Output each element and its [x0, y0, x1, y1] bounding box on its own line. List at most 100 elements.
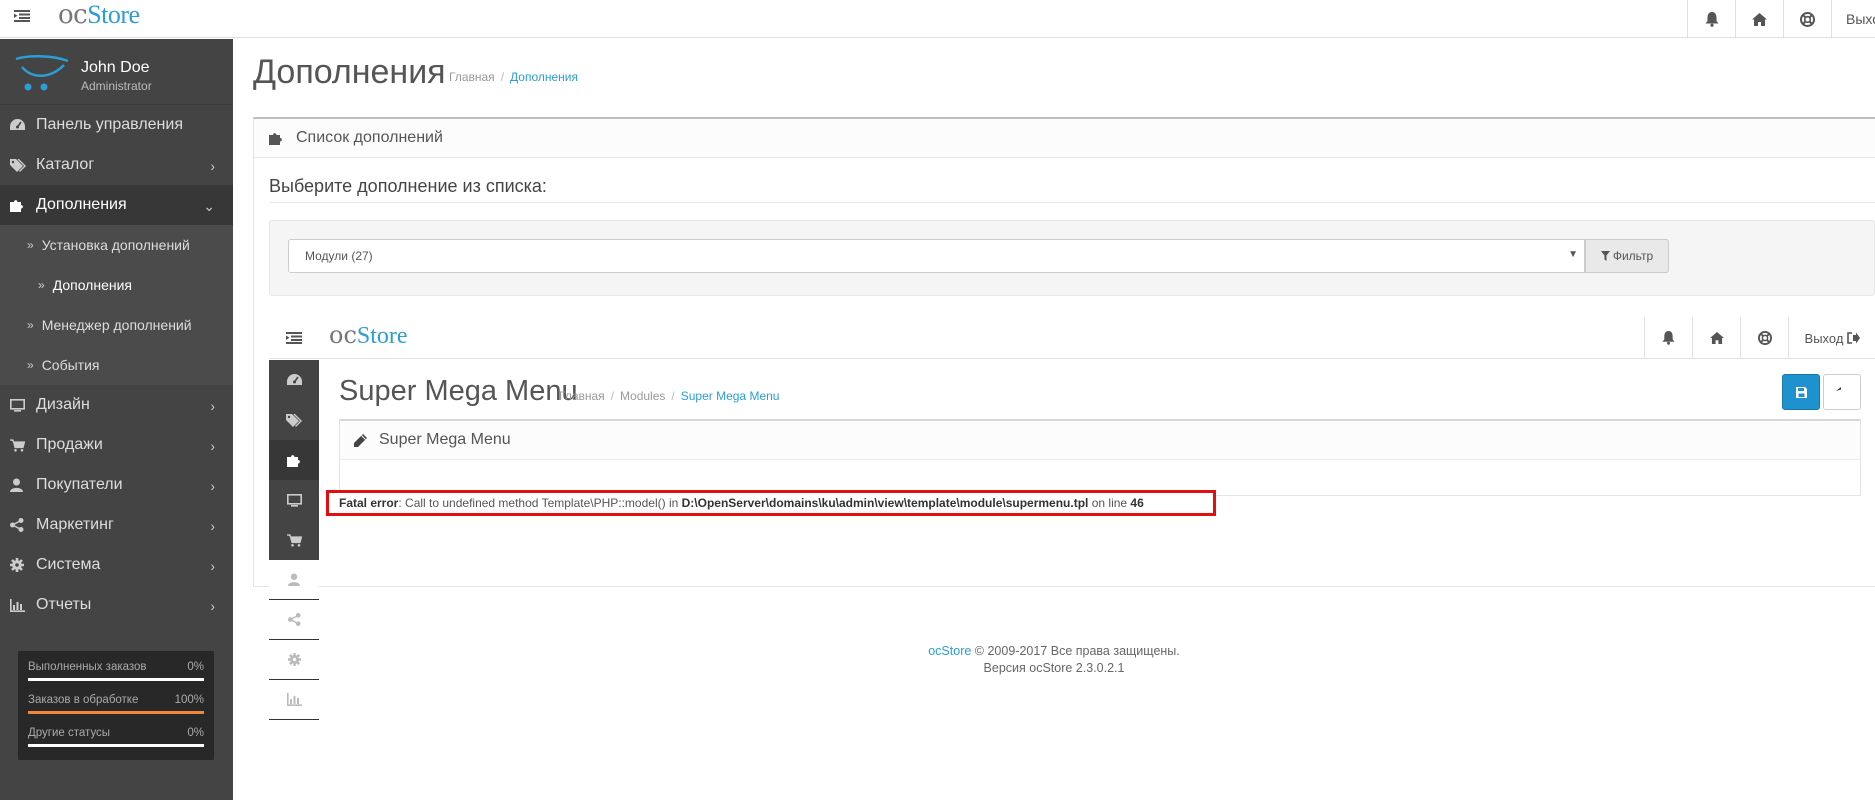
embedded-help-button[interactable]	[1740, 317, 1788, 359]
sidebar-item-customers[interactable]: Покупатели ›	[0, 465, 233, 505]
chevron-right-icon: ›	[210, 398, 215, 414]
sidebar-subitem-extensions[interactable]: » Дополнения	[0, 265, 233, 305]
embedded-notifications-button[interactable]	[1644, 317, 1692, 359]
reply-icon	[1836, 387, 1841, 391]
extensions-panel: Список дополнений Выберите дополнение из…	[253, 117, 1875, 720]
embedded-nav-extensions[interactable]	[269, 440, 319, 480]
embedded-breadcrumb: Главная / Modules / Super Mega Menu	[559, 389, 780, 403]
menu-indent-icon	[14, 10, 30, 22]
monitor-icon	[286, 493, 302, 507]
sidebar-subitem-modifications[interactable]: » Менеджер дополнений	[0, 305, 233, 345]
floppy-disk-icon	[1795, 386, 1807, 398]
home-icon	[1752, 12, 1767, 26]
progress-bar	[28, 678, 204, 681]
sidebar-item-reports[interactable]: Отчеты ›	[0, 585, 233, 625]
sidebar-item-dashboard[interactable]: Панель управления	[0, 105, 233, 145]
page-title: Дополнения	[253, 53, 446, 91]
puzzle-icon	[10, 200, 23, 212]
user-profile[interactable]: John Doe Administrator	[0, 39, 233, 105]
chevron-right-icon: ›	[210, 478, 215, 494]
top-header: ocStore Выход	[0, 0, 1875, 38]
sidebar-item-label: Каталог	[36, 156, 95, 173]
chevron-right-icon: ›	[210, 518, 215, 534]
back-button[interactable]	[1823, 374, 1861, 410]
embedded-home-button[interactable]	[1692, 317, 1740, 359]
chevron-right-icon: ›	[210, 158, 215, 174]
fatal-error-message: Fatal error: Call to undefined method Te…	[326, 490, 1216, 516]
monitor-icon	[10, 398, 25, 412]
home-button[interactable]	[1735, 0, 1783, 38]
embedded-nav-sales[interactable]	[269, 520, 319, 560]
embedded-header: ocStore Выход	[269, 317, 1875, 359]
help-button[interactable]	[1783, 0, 1831, 38]
embedded-menu-toggle-button[interactable]	[269, 317, 319, 359]
sidebar-item-design[interactable]: Дизайн ›	[0, 385, 233, 425]
footer-version: Версия ocStore 2.3.0.2.1	[983, 661, 1125, 675]
lifebuoy-icon	[1757, 331, 1772, 345]
embedded-page-title: Super Mega Menu	[339, 375, 578, 407]
chevron-down-icon: ⌄	[203, 198, 215, 214]
chevron-right-icon: ›	[210, 558, 215, 574]
embedded-nav-customers[interactable]	[269, 560, 319, 600]
user-icon	[288, 573, 300, 586]
embedded-nav-catalog[interactable]	[269, 400, 319, 440]
puzzle-icon	[269, 133, 282, 145]
user-name: John Doe	[81, 59, 150, 76]
panel-title: Список дополнений	[296, 129, 443, 146]
sidebar: John Doe Administrator Панель управления…	[0, 39, 233, 800]
sidebar-item-catalog[interactable]: Каталог ›	[0, 145, 233, 185]
stat-completed: Выполненных заказов 0%	[28, 657, 204, 690]
embedded-nav-marketing[interactable]	[269, 600, 319, 640]
embedded-ocstore-logo[interactable]: ocStore	[329, 321, 408, 350]
cart-icon	[10, 438, 25, 452]
embedded-nav-reports[interactable]	[269, 680, 319, 720]
embedded-logout-link[interactable]: Выход	[1788, 317, 1875, 359]
panel-heading: Super Mega Menu	[340, 421, 1860, 460]
breadcrumb-home[interactable]: Главная	[449, 70, 495, 84]
bar-chart-icon	[10, 598, 25, 612]
footer: ocStore © 2009-2017 Все права защищены. …	[233, 643, 1875, 677]
breadcrumb-modules[interactable]: Modules	[620, 389, 665, 403]
extension-type-select[interactable]: Модули (27) ▼	[288, 239, 1585, 273]
user-role: Administrator	[81, 79, 152, 93]
pencil-icon	[354, 433, 367, 447]
sidebar-item-label: Система	[36, 556, 101, 573]
bell-icon	[1662, 331, 1675, 345]
sidebar-item-sales[interactable]: Продажи ›	[0, 425, 233, 465]
menu-indent-icon	[286, 332, 302, 344]
embedded-nav-design[interactable]	[269, 480, 319, 520]
logout-link[interactable]: Выход	[1831, 0, 1875, 38]
cart-icon	[286, 533, 302, 547]
sidebar-item-label: Покупатели	[36, 476, 123, 493]
sign-out-icon	[1847, 332, 1861, 344]
filter-well: Модули (27) ▼ Фильтр	[269, 220, 1875, 296]
ocstore-logo[interactable]: ocStore	[58, 0, 140, 30]
notifications-button[interactable]	[1687, 0, 1735, 38]
sidebar-item-marketing[interactable]: Маркетинг ›	[0, 505, 233, 545]
breadcrumb-home[interactable]: Главная	[559, 389, 605, 403]
sidebar-subitem-installer[interactable]: » Установка дополнений	[0, 225, 233, 265]
sidebar-item-extensions[interactable]: Дополнения ⌄	[0, 185, 233, 225]
progress-bar	[28, 744, 204, 747]
main-content: Дополнения Главная / Дополнения Список доп…	[233, 39, 1875, 800]
sidebar-subitem-events[interactable]: » События	[0, 345, 233, 385]
chevron-right-icon: ›	[210, 598, 215, 614]
progress-bar	[28, 711, 204, 714]
dashboard-icon	[286, 374, 302, 385]
sidebar-item-system[interactable]: Система ›	[0, 545, 233, 585]
order-stats-panel: Выполненных заказов 0% Заказов в обработ…	[18, 651, 214, 760]
breadcrumb-current[interactable]: Дополнения	[510, 70, 578, 84]
tags-icon	[10, 158, 26, 172]
filter-button[interactable]: Фильтр	[1585, 239, 1669, 273]
lifebuoy-icon	[1800, 11, 1815, 27]
stat-other: Другие статусы 0%	[28, 723, 204, 756]
double-chevron-icon: »	[38, 278, 45, 292]
footer-brand-link[interactable]: ocStore	[928, 644, 971, 658]
menu-toggle-button[interactable]	[0, 0, 44, 32]
embedded-nav-dashboard[interactable]	[269, 360, 319, 400]
breadcrumb-current[interactable]: Super Mega Menu	[681, 389, 780, 403]
save-button[interactable]	[1782, 374, 1820, 410]
choose-label: Выберите дополнение из списка:	[269, 176, 547, 196]
user-icon	[10, 478, 23, 492]
funnel-icon	[1600, 251, 1610, 261]
